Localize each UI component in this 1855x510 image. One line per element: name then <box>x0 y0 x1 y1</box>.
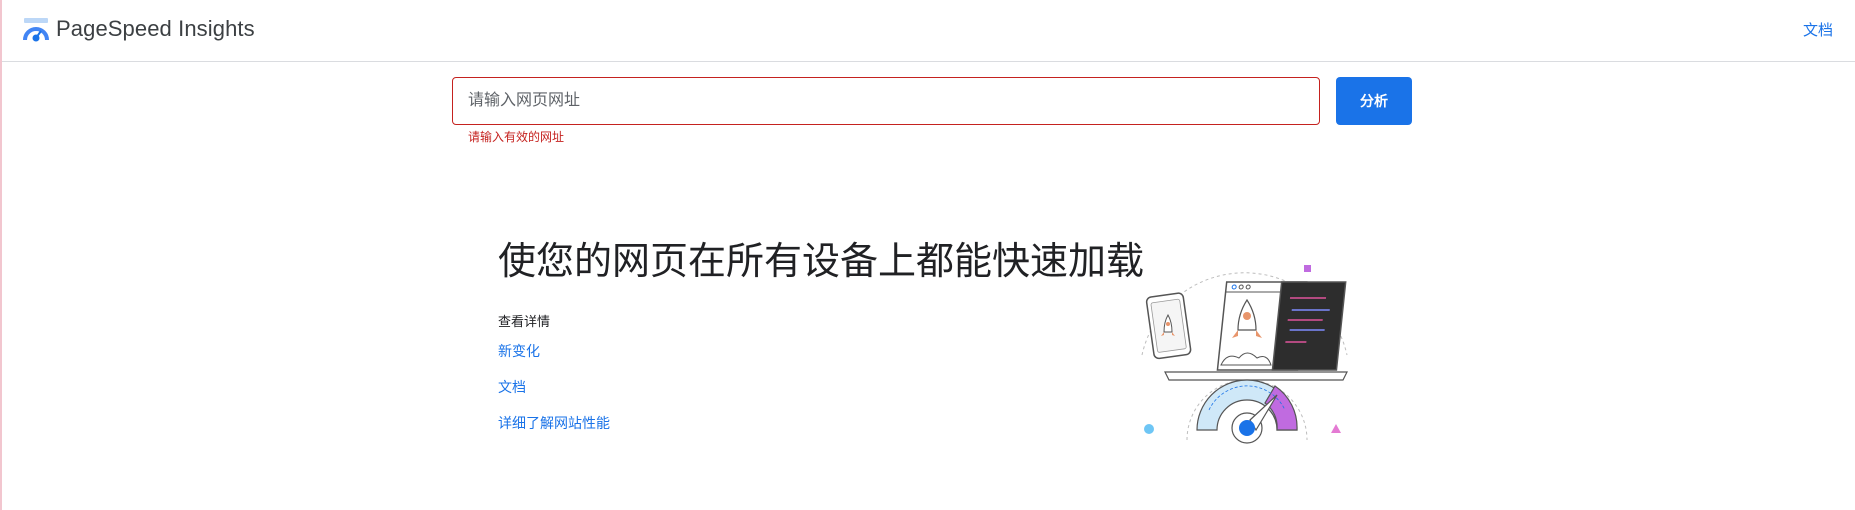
documentation-link[interactable]: 文档 <box>498 378 526 396</box>
top-bar: PageSpeed Insights 文档 <box>2 0 1855 62</box>
analyze-button[interactable]: 分析 <box>1336 77 1412 125</box>
url-error-message: 请输入有效的网址 <box>468 130 565 144</box>
hero-title: 使您的网页在所有设备上都能快速加载 <box>498 241 1145 283</box>
learn-web-performance-link[interactable]: 详细了解网站性能 <box>498 414 610 432</box>
learn-more-heading: 查看详情 <box>498 314 551 329</box>
url-input[interactable] <box>452 77 1320 125</box>
docs-link[interactable]: 文档 <box>1803 21 1833 41</box>
whats-new-link[interactable]: 新变化 <box>498 342 540 360</box>
hero-illustration <box>1141 265 1348 444</box>
pagespeed-logo-icon[interactable] <box>22 16 50 44</box>
page: PageSpeed Insights 文档 分析 请输入有效的网址 使您的网页在… <box>0 0 1855 510</box>
brand-title[interactable]: PageSpeed Insights <box>56 16 255 42</box>
